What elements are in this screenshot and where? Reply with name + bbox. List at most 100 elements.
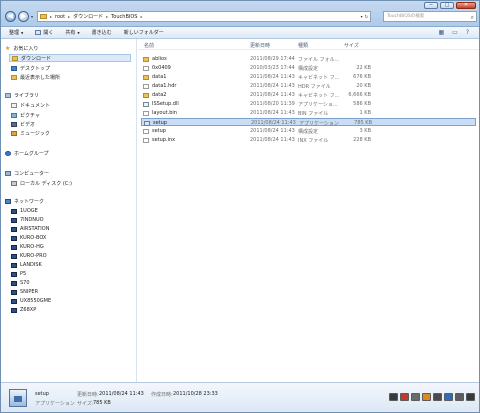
minimize-button[interactable]: ─: [424, 2, 438, 9]
file-size: 22 KB: [356, 65, 371, 71]
new-folder-label: 新しいフォルダー: [123, 30, 164, 36]
help-icon[interactable]: ?: [466, 29, 469, 36]
tray-app-icon[interactable]: [433, 393, 442, 401]
refresh-icon[interactable]: ↻: [365, 14, 368, 19]
tray-app-icon[interactable]: [444, 393, 453, 401]
nav-network[interactable]: ネットワーク: [5, 198, 44, 205]
organize-label: 整理: [9, 30, 20, 36]
breadcrumb-separator[interactable]: ▸: [68, 14, 70, 19]
file-date: 2011/08/24 11:43: [250, 92, 295, 98]
library-icon: [5, 93, 11, 98]
back-button[interactable]: ◀: [5, 11, 16, 22]
column-header-date[interactable]: 更新日時: [250, 42, 270, 49]
file-name-cell: data1: [143, 74, 166, 80]
file-row[interactable]: setup 2011/08/24 11:43 構成設定 3 KB: [141, 127, 476, 135]
nav-homegroup[interactable]: ホームグループ: [5, 150, 49, 157]
file-row[interactable]: data2 2011/08/24 11:43 キャビネット フ... 6,666…: [141, 91, 476, 99]
nav-item-network-pc[interactable]: KURO-BOX: [11, 234, 46, 242]
file-row[interactable]: ISSetup.dll 2011/08/20 11:39 アプリケーショ... …: [141, 100, 476, 108]
nav-item-network-pc[interactable]: UX8550GME: [11, 297, 51, 305]
organize-button[interactable]: 整理 ▼: [9, 29, 23, 36]
breadcrumb-separator[interactable]: ▸: [140, 14, 142, 19]
nav-favorites[interactable]: ★ お気に入り: [5, 45, 38, 52]
nav-computer[interactable]: コンピューター: [5, 170, 49, 177]
nav-network-label: ネットワーク: [14, 199, 45, 205]
nav-item-downloads[interactable]: ダウンロード: [9, 54, 131, 62]
column-header-type[interactable]: 種類: [298, 42, 308, 49]
close-button[interactable]: ✕: [456, 2, 476, 9]
nav-item-network-pc[interactable]: P5: [11, 270, 26, 278]
nav-favorites-label: お気に入り: [13, 46, 39, 52]
tray-app-icon[interactable]: [422, 393, 431, 401]
tray-app-icon[interactable]: [400, 393, 409, 401]
nav-computer-label: コンピューター: [14, 171, 50, 177]
file-row-selected[interactable]: setup 2011/08/24 11:43 アプリケーション 785 KB: [141, 118, 476, 127]
file-name: setup: [153, 120, 167, 126]
breadcrumb-separator[interactable]: ▸: [106, 14, 108, 19]
nav-item-videos[interactable]: ビデオ: [11, 120, 35, 128]
file-row[interactable]: ablios 2011/08/29 17:44 ファイル フォル...: [141, 55, 476, 63]
address-input[interactable]: ▸ root ▸ ダウンロード ▸ TouchBIOS ▸ ▾ ↻: [37, 11, 371, 22]
search-icon[interactable]: ⌕: [471, 13, 474, 22]
chevron-down-icon: ▼: [21, 30, 24, 35]
network-computer-icon: [11, 208, 17, 214]
recent-pages-dropdown[interactable]: ▾: [31, 14, 33, 19]
file-name-cell: setup: [143, 128, 166, 134]
preview-pane-icon[interactable]: ▭: [452, 29, 458, 36]
cabinet-icon: [143, 74, 149, 80]
network-computer-icon: [11, 307, 17, 313]
view-options-icon[interactable]: ▦: [438, 29, 444, 36]
nav-item-label: P5: [20, 271, 27, 277]
breadcrumb-root[interactable]: root: [55, 14, 65, 20]
nav-item-desktop[interactable]: デスクトップ: [11, 64, 50, 72]
tray-app-icon[interactable]: [389, 393, 398, 401]
nav-item-network-pc[interactable]: KURO-PRO: [11, 252, 47, 260]
search-input[interactable]: TouchBIOSの検索 ⌕: [383, 11, 477, 22]
nav-item-label: ピクチャ: [20, 112, 40, 119]
nav-item-local-disk[interactable]: ローカル ディスク (C:): [11, 179, 72, 187]
network-computer-icon: [11, 262, 17, 268]
nav-item-network-pc[interactable]: S70: [11, 279, 30, 287]
column-headers: 名前 更新日時 種類 サイズ: [138, 39, 479, 50]
nav-item-network-pc[interactable]: KURO-HG: [11, 243, 44, 251]
nav-item-network-pc[interactable]: AIRSTATION: [11, 225, 49, 233]
column-header-size[interactable]: サイズ: [344, 42, 359, 49]
share-button[interactable]: 共有 ▼: [65, 29, 79, 36]
file-row[interactable]: data1.hdr 2011/08/24 11:43 HDR ファイル 20 K…: [141, 82, 476, 90]
nav-item-recent-places[interactable]: 最近表示した場所: [11, 73, 60, 81]
forward-button[interactable]: ▶: [18, 11, 29, 22]
nav-item-network-pc[interactable]: SNIPER: [11, 288, 38, 296]
file-row[interactable]: setup.inx 2011/08/24 11:43 INX ファイル 228 …: [141, 136, 476, 144]
nav-item-label: ミュージック: [20, 130, 50, 137]
tray-app-icon[interactable]: [411, 393, 420, 401]
nav-item-network-pc[interactable]: Z68XP: [11, 306, 36, 314]
nav-item-pictures[interactable]: ピクチャ: [11, 111, 40, 119]
file-row[interactable]: 0x0409 2010/03/23 17:44 構成設定 22 KB: [141, 64, 476, 72]
nav-libraries[interactable]: ライブラリ: [5, 92, 39, 99]
maximize-button[interactable]: □: [440, 2, 454, 9]
tray-app-icon[interactable]: [455, 393, 464, 401]
nav-item-network-pc[interactable]: 7INDNUO: [11, 216, 44, 224]
file-row[interactable]: layout.bin 2011/08/24 11:43 BIN ファイル 1 K…: [141, 109, 476, 117]
new-folder-button[interactable]: 新しいフォルダー: [124, 29, 164, 36]
downloads-folder-icon: [12, 55, 18, 61]
nav-item-network-pc[interactable]: LANDISK: [11, 261, 42, 269]
nav-item-network-pc[interactable]: 1UOGE: [11, 207, 38, 215]
file-icon: [143, 83, 149, 89]
breadcrumb-touchbios[interactable]: TouchBIOS: [111, 14, 137, 20]
address-dropdown-icon[interactable]: ▾: [361, 14, 363, 19]
file-row[interactable]: data1 2011/08/24 11:43 キャビネット フ... 676 K…: [141, 73, 476, 81]
file-name-cell: data1.hdr: [143, 83, 176, 89]
tray-app-icon[interactable]: [466, 393, 475, 401]
network-icon: [5, 199, 11, 204]
nav-item-label: 1UOGE: [20, 208, 38, 214]
file-name: setup.inx: [152, 137, 176, 143]
breadcrumb-separator[interactable]: ▸: [50, 14, 52, 19]
open-button[interactable]: 開く: [35, 29, 53, 36]
nav-item-documents[interactable]: ドキュメント: [11, 101, 50, 109]
nav-item-music[interactable]: ミュージック: [11, 129, 50, 137]
open-icon: [35, 30, 42, 35]
column-header-name[interactable]: 名前: [144, 42, 154, 49]
breadcrumb-downloads[interactable]: ダウンロード: [73, 13, 103, 20]
burn-button[interactable]: 書き込む: [92, 29, 112, 36]
